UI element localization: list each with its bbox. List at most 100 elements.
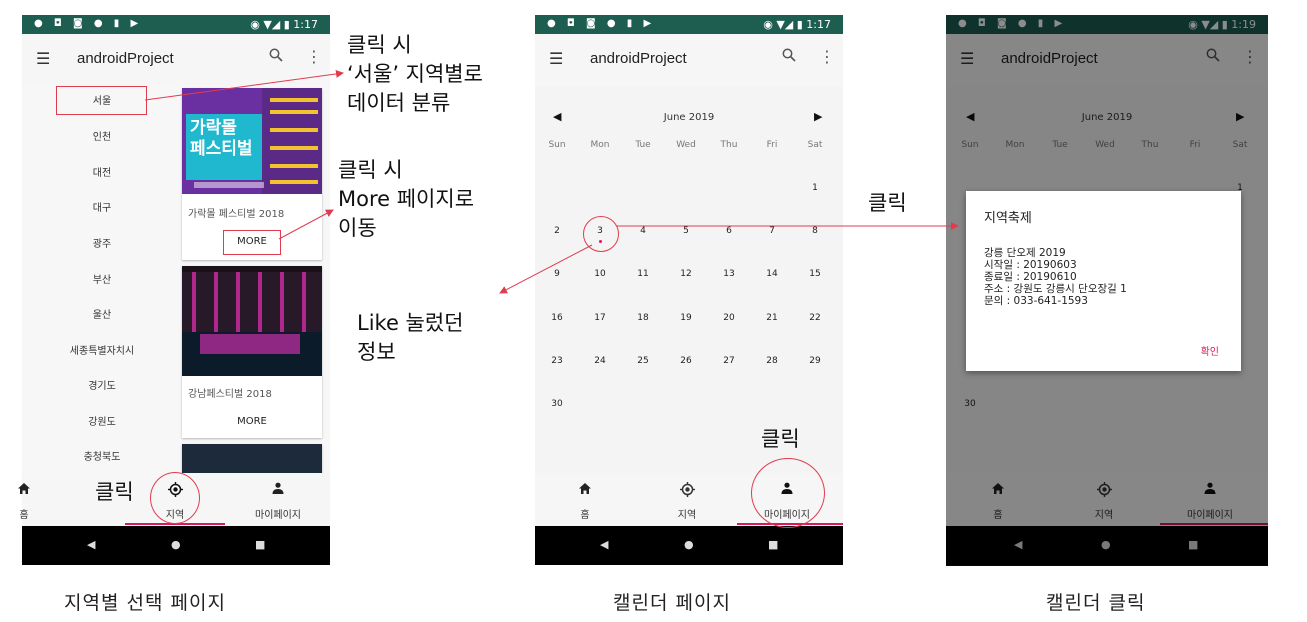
region-item-busan[interactable]: 부산: [52, 271, 152, 286]
dialog-ok-button[interactable]: 확인: [1201, 343, 1219, 358]
calendar-day[interactable]: 24: [580, 356, 620, 366]
calendar-day[interactable]: 30: [537, 399, 577, 409]
menu-icon[interactable]: ☰: [549, 49, 563, 68]
calendar-day[interactable]: 20: [709, 313, 749, 323]
calendar-month: June 2019: [663, 112, 715, 123]
calendar-day[interactable]: 10: [580, 269, 620, 279]
day-3-highlight: [583, 216, 619, 252]
nav-mypage[interactable]: 마이페이지: [228, 473, 328, 526]
search-icon[interactable]: [782, 48, 796, 66]
calendar-day[interactable]: 4: [623, 226, 663, 236]
calendar-day[interactable]: 16: [537, 313, 577, 323]
calendar-day[interactable]: 27: [709, 356, 749, 366]
calendar-day[interactable]: 5: [666, 226, 706, 236]
next-month-icon[interactable]: ▶: [814, 110, 822, 123]
region-item-gwangju[interactable]: 광주: [52, 235, 152, 250]
dialog-line: 주소 : 강원도 강릉시 단오장길 1: [984, 283, 1127, 295]
more-options-icon[interactable]: ⋮: [819, 47, 835, 66]
calendar-day[interactable]: 19: [666, 313, 706, 323]
annotation-line: More 페이지로: [338, 187, 475, 211]
festival-poster: 가락몰 페스티벌: [182, 88, 322, 194]
calendar-day[interactable]: 9: [537, 269, 577, 279]
home-icon: [0, 482, 74, 499]
dialog-line: 시작일 : 20190603: [984, 259, 1077, 271]
phone-calendar-dialog: ● ◘ ◙ ● ▮ ▶ ◉ ▼◢ ▮ 1:19 ☰ androidProject…: [946, 15, 1268, 566]
status-bar: ● ◘ ◙ ● ▮ ▶ ◉ ▼◢ ▮ 1:17: [22, 15, 330, 34]
caption-calendar-click: 캘린더 클릭: [1046, 592, 1146, 614]
status-bar: ● ◘ ◙ ● ▮ ▶ ◉ ▼◢ ▮ 1:17: [535, 15, 843, 34]
calendar-day[interactable]: 17: [580, 313, 620, 323]
more-options-icon[interactable]: ⋮: [306, 47, 322, 66]
nav-home[interactable]: 홈: [535, 473, 635, 526]
nav-region-label: 지역: [677, 510, 697, 521]
calendar-day[interactable]: 26: [666, 356, 706, 366]
calendar-day[interactable]: 2: [537, 226, 577, 236]
status-right: ◉ ▼◢ ▮ 1:17: [250, 18, 318, 31]
calendar-day[interactable]: 25: [623, 356, 663, 366]
nav-region[interactable]: 지역: [637, 473, 737, 526]
dialog-title: 지역축제: [984, 211, 1032, 226]
back-icon[interactable]: ◀: [600, 538, 608, 551]
calendar-day[interactable]: 14: [752, 269, 792, 279]
annotation-line: Like 눌렀던: [357, 311, 464, 335]
calendar-day[interactable]: 15: [795, 269, 835, 279]
nav-mypage-label: 마이페이지: [255, 510, 301, 521]
app-title: androidProject: [77, 50, 174, 67]
annotation-click-mypage: 클릭: [761, 427, 800, 451]
calendar-day[interactable]: 8: [795, 226, 835, 236]
calendar-day[interactable]: 22: [795, 313, 835, 323]
weekday-label: Mon: [590, 140, 610, 150]
region-item-gangwon[interactable]: 강원도: [52, 413, 152, 428]
seoul-highlight-box: [56, 86, 147, 115]
region-item-daejeon[interactable]: 대전: [52, 164, 152, 179]
weekday-label: Thu: [720, 140, 738, 150]
dialog-body: 강릉 단오제 2019 시작일 : 20190603 종료일 : 2019061…: [984, 247, 1127, 307]
calendar-day[interactable]: 28: [752, 356, 792, 366]
region-item-sejong[interactable]: 세종특별자치시: [52, 342, 152, 357]
festival-photo: [182, 444, 322, 473]
calendar-content: ◀ June 2019 ▶ Sun Mon Tue Wed Thu Fri Sa…: [535, 86, 843, 473]
calendar-day[interactable]: 1: [795, 183, 835, 193]
home-circle-icon[interactable]: ●: [171, 538, 181, 551]
recents-icon[interactable]: ■: [255, 538, 265, 551]
caption-calendar-page: 캘린더 페이지: [613, 592, 731, 614]
calendar-day[interactable]: 12: [666, 269, 706, 279]
calendar-day[interactable]: 21: [752, 313, 792, 323]
home-circle-icon[interactable]: ●: [684, 538, 694, 551]
app-bar: ☰ androidProject ⋮: [22, 34, 330, 86]
region-item-gyeonggi[interactable]: 경기도: [52, 377, 152, 392]
annotation-line: 클릭 시: [347, 33, 412, 57]
notification-icons: ● ◘ ◙ ● ▮ ▶: [34, 18, 143, 29]
person-icon: [228, 482, 328, 498]
app-bar: ☰ androidProject ⋮: [535, 34, 843, 86]
festival-card[interactable]: [182, 444, 322, 473]
menu-icon[interactable]: ☰: [36, 49, 50, 68]
calendar-day[interactable]: 29: [795, 356, 835, 366]
mypage-tab-highlight: [751, 458, 825, 528]
card-title: 강남페스티벌 2018: [188, 389, 272, 400]
annotation-line: ‘서울’ 지역별로: [347, 62, 483, 86]
calendar-day[interactable]: 18: [623, 313, 663, 323]
annotation-click-dialog: 클릭: [868, 191, 907, 215]
system-navigation-bar: ◀ ● ■: [22, 526, 330, 565]
calendar-day[interactable]: 11: [623, 269, 663, 279]
clock: 1:17: [293, 18, 318, 31]
annotation-click-region: 클릭: [95, 480, 134, 504]
calendar-day[interactable]: 13: [709, 269, 749, 279]
home-icon: [535, 482, 635, 499]
festival-card[interactable]: 강남페스티벌 2018 MORE: [182, 266, 322, 438]
recents-icon[interactable]: ■: [768, 538, 778, 551]
calendar-day[interactable]: 6: [709, 226, 749, 236]
region-item-incheon[interactable]: 인천: [52, 128, 152, 143]
search-icon[interactable]: [269, 48, 283, 66]
annotation-seoul: 클릭 시 ‘서울’ 지역별로 데이터 분류: [347, 31, 483, 118]
back-icon[interactable]: ◀: [87, 538, 95, 551]
more-button[interactable]: MORE: [182, 416, 322, 427]
calendar-day[interactable]: 7: [752, 226, 792, 236]
calendar-day[interactable]: 23: [537, 356, 577, 366]
region-item-chungbuk[interactable]: 충청북도: [52, 448, 152, 463]
weekday-label: Wed: [676, 140, 696, 150]
annotation-line: 데이터 분류: [347, 91, 451, 115]
region-item-ulsan[interactable]: 울산: [52, 306, 152, 321]
region-item-daegu[interactable]: 대구: [52, 199, 152, 214]
